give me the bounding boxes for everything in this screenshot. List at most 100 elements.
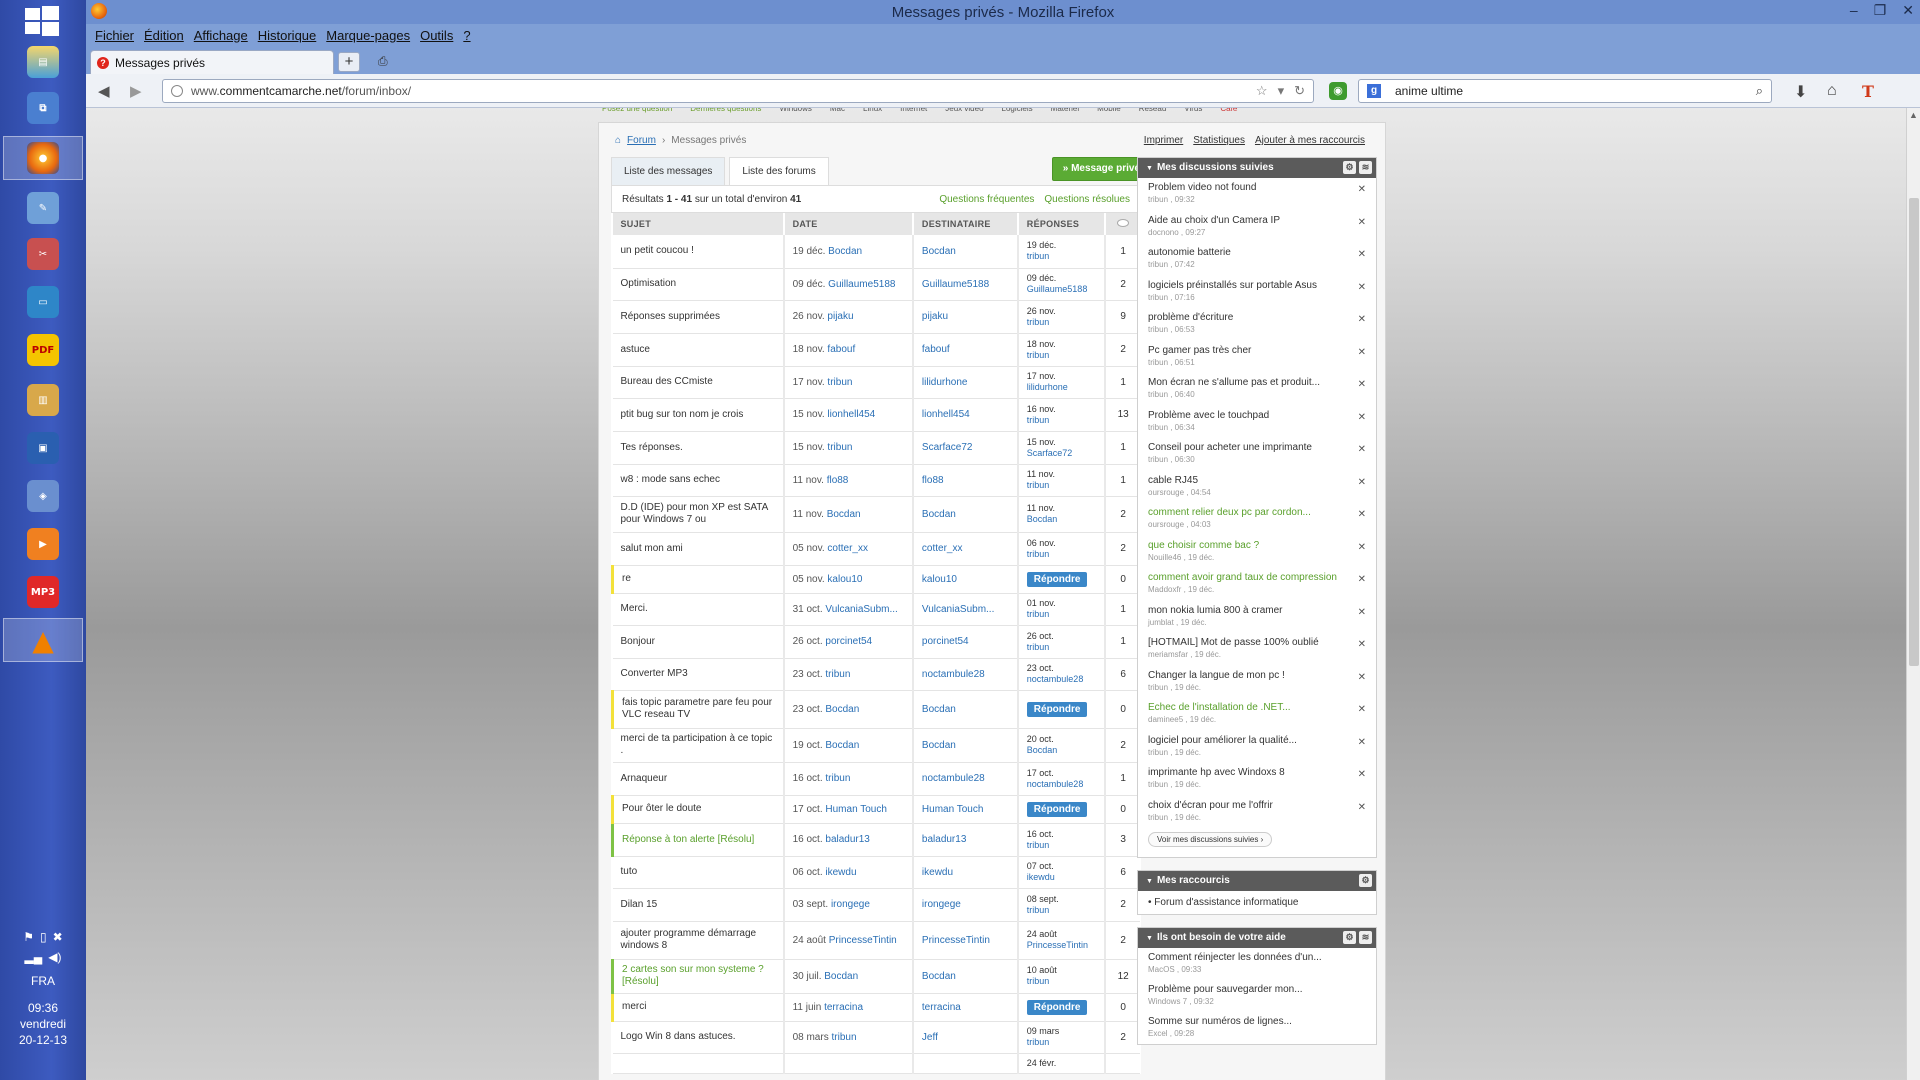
last-reply-author[interactable]: ikewdu xyxy=(1027,872,1097,883)
site-nav-link[interactable]: Virus xyxy=(1184,108,1202,113)
home-icon[interactable]: ⌂ xyxy=(1827,82,1837,100)
discussion-title[interactable]: Pc gamer pas très cher xyxy=(1148,345,1338,356)
message-author[interactable]: PrincesseTintin xyxy=(829,935,897,946)
message-subject[interactable]: Converter MP3 xyxy=(612,658,785,691)
message-recipient[interactable]: PrincesseTintin xyxy=(912,921,1019,960)
menu-item-2[interactable]: Affichage xyxy=(189,28,253,43)
message-subject[interactable]: Arnaqueur xyxy=(612,762,785,796)
table-row[interactable]: astuce 18 nov. fabouf fabouf 18 nov. tribun 2 xyxy=(612,333,1140,367)
clock[interactable]: 09:36 vendredi 20-12-13 xyxy=(0,1000,86,1048)
restore-icon[interactable]: ❐ xyxy=(1874,2,1887,19)
table-row[interactable]: Logo Win 8 dans astuces. 08 mars tribun Je… xyxy=(612,1021,1140,1054)
message-author[interactable]: porcinet54 xyxy=(825,636,872,647)
vertical-scrollbar[interactable]: ▲ xyxy=(1906,108,1920,1080)
rss-icon[interactable]: ≋ xyxy=(1359,161,1372,174)
disk-icon[interactable]: ▭ xyxy=(3,280,83,324)
remove-icon[interactable]: ✕ xyxy=(1358,444,1366,455)
table-row[interactable]: 2 cartes son sur mon systeme ? [Résolu] 3… xyxy=(610,959,1140,994)
new-tab-button[interactable]: + xyxy=(338,52,360,72)
message-author[interactable]: Bocdan xyxy=(827,509,861,520)
remove-icon[interactable]: ✕ xyxy=(1358,672,1366,683)
addon-icon[interactable]: ◉ xyxy=(1329,82,1347,100)
last-reply-author[interactable]: tribun xyxy=(1027,642,1097,653)
message-subject[interactable]: Optimisation xyxy=(612,268,785,301)
table-row[interactable]: Bureau des CCmiste 17 nov. tribun lilidurh… xyxy=(612,366,1140,399)
discussion-title[interactable]: comment avoir grand taux de compression xyxy=(1148,572,1338,583)
message-recipient[interactable]: flo88 xyxy=(912,464,1019,497)
last-reply-author[interactable]: tribun xyxy=(1027,840,1097,851)
followed-discussion-item[interactable]: comment relier deux pc par cordon... ours… xyxy=(1138,503,1376,536)
message-subject[interactable]: ptit bug sur ton nom je crois xyxy=(612,398,785,432)
last-reply-author[interactable]: tribun xyxy=(1027,480,1097,491)
message-subject[interactable]: Bureau des CCmiste xyxy=(612,366,785,399)
message-author[interactable]: ikewdu xyxy=(825,867,856,878)
table-row[interactable]: ajouter programme démarrage windows 8 24 … xyxy=(612,921,1140,960)
table-row[interactable]: Réponse à ton alerte [Résolu] 16 oct. bal… xyxy=(610,823,1140,857)
message-author[interactable]: Bocdan xyxy=(824,971,858,982)
site-nav-link[interactable]: Windows xyxy=(779,108,811,113)
message-author[interactable]: tribun xyxy=(827,377,852,388)
reply-button[interactable]: Répondre xyxy=(1026,571,1088,587)
col-recipient[interactable]: DESTINATAIRE xyxy=(912,213,1019,235)
remove-icon[interactable]: ✕ xyxy=(1358,769,1366,780)
message-author[interactable]: tribun xyxy=(825,669,850,680)
rss-icon[interactable]: ≋ xyxy=(1359,931,1372,944)
table-row[interactable]: Pour ôter le doute 17 oct. Human Touch Hum… xyxy=(610,795,1140,824)
home-icon[interactable]: ⌂ xyxy=(615,135,621,146)
last-reply-author[interactable]: Guillaume5188 xyxy=(1027,284,1097,295)
last-reply-author[interactable]: PrincesseTintin xyxy=(1027,940,1097,951)
message-recipient[interactable]: terracina xyxy=(912,993,1019,1022)
control-panel-icon[interactable]: ▤ xyxy=(3,40,83,84)
message-subject[interactable]: Tes réponses. xyxy=(612,431,785,465)
scrollbar-thumb[interactable] xyxy=(1909,198,1919,666)
message-recipient[interactable]: lionhell454 xyxy=(912,398,1019,432)
message-subject[interactable]: Merci. xyxy=(612,593,785,626)
alert-icon[interactable]: ✖ xyxy=(53,930,63,944)
table-row[interactable]: Réponses supprimées 26 nov. pijaku pijaku 2… xyxy=(612,300,1140,334)
last-reply-author[interactable]: tribun xyxy=(1027,415,1097,426)
site-nav-link[interactable]: Mobile xyxy=(1097,108,1121,113)
followed-discussion-item[interactable]: imprimante hp avec Windoxs 8 tribun , 19 … xyxy=(1138,763,1376,796)
message-author[interactable]: irongege xyxy=(831,899,870,910)
menu-item-4[interactable]: Marque-pages xyxy=(321,28,415,43)
discussion-title[interactable]: mon nokia lumia 800 à cramer xyxy=(1148,605,1338,616)
message-subject[interactable]: tuto xyxy=(612,856,785,889)
breadcrumb-forum-link[interactable]: Forum xyxy=(627,135,656,146)
col-date[interactable]: DATE xyxy=(783,213,914,235)
followed-discussion-item[interactable]: problème d'écriture tribun , 06:53 ✕ xyxy=(1138,308,1376,341)
message-author[interactable]: tribun xyxy=(831,1032,856,1043)
search-icon[interactable]: ⌕ xyxy=(1756,83,1763,99)
remove-icon[interactable]: ✕ xyxy=(1358,379,1366,390)
help-item-title[interactable]: Problème pour sauvegarder mon... xyxy=(1148,984,1366,995)
discussion-title[interactable]: problème d'écriture xyxy=(1148,312,1338,323)
table-row[interactable]: tuto 06 oct. ikewdu ikewdu 07 oct. ikewdu 6 xyxy=(612,856,1140,889)
site-nav-link[interactable]: Posez une question xyxy=(602,108,672,113)
message-author[interactable]: cotter_xx xyxy=(827,543,868,554)
remove-icon[interactable]: ✕ xyxy=(1358,282,1366,293)
col-replies[interactable]: RÉPONSES xyxy=(1017,213,1107,235)
message-subject[interactable]: astuce xyxy=(612,333,785,367)
search-bar[interactable]: g anime ultime ⌕ xyxy=(1358,79,1772,103)
settings-icon[interactable]: ⚙ xyxy=(1359,874,1372,887)
site-nav-link[interactable]: Dernières questions xyxy=(690,108,761,113)
message-recipient[interactable]: Bocdan xyxy=(912,728,1019,763)
table-row[interactable]: w8 : mode sans echec 11 nov. flo88 flo88 11… xyxy=(612,464,1140,497)
followed-discussion-item[interactable]: Problem video not found tribun , 09:32 ✕ xyxy=(1138,178,1376,211)
resolved-questions-link[interactable]: Questions résolues xyxy=(1044,186,1130,214)
discussion-title[interactable]: Conseil pour acheter une imprimante xyxy=(1148,442,1338,453)
message-subject[interactable] xyxy=(612,1053,785,1074)
firefox-logo-icon[interactable] xyxy=(91,3,107,19)
translate-icon[interactable]: T xyxy=(1862,82,1874,101)
discussion-title[interactable]: Changer la langue de mon pc ! xyxy=(1148,670,1338,681)
table-row[interactable]: merci 11 juin terracina terracina Répondre 0 xyxy=(610,993,1140,1022)
google-icon[interactable]: g xyxy=(1367,84,1381,98)
signal-icon[interactable]: ▂▄ xyxy=(25,950,43,964)
remove-icon[interactable]: ✕ xyxy=(1358,574,1366,585)
message-recipient[interactable]: VulcaniaSubm... xyxy=(912,593,1019,626)
followed-discussion-item[interactable]: mon nokia lumia 800 à cramer jumblat , 19… xyxy=(1138,601,1376,634)
menu-item-1[interactable]: Édition xyxy=(139,28,189,43)
site-nav-link[interactable]: Mac xyxy=(830,108,845,113)
menu-item-6[interactable]: ? xyxy=(458,28,475,43)
site-nav-link[interactable]: Matériel xyxy=(1051,108,1079,113)
message-author[interactable]: VulcaniaSubm... xyxy=(825,604,897,615)
